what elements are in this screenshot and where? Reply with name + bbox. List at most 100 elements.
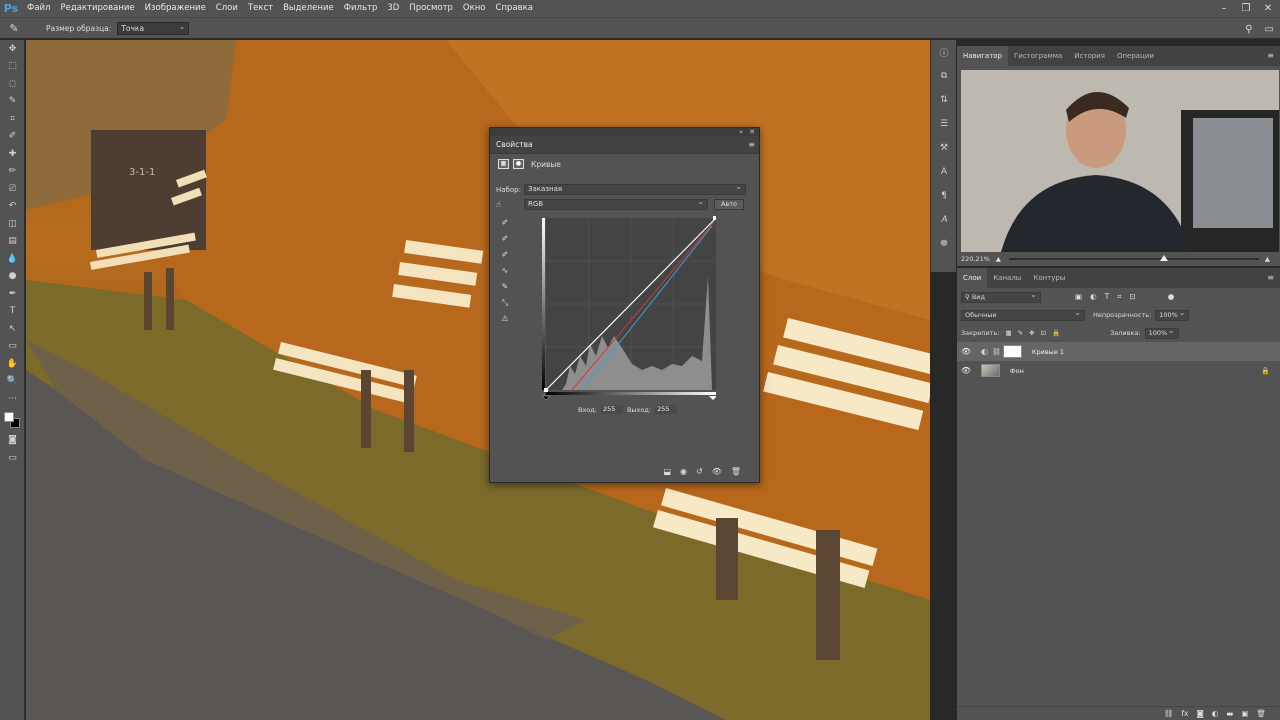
curve-point-white[interactable] xyxy=(713,216,716,220)
tab-actions[interactable]: Операции xyxy=(1111,46,1160,66)
eyedropper-tool-icon[interactable]: ✐ xyxy=(0,128,25,146)
document-canvas[interactable]: 3-1-1 xyxy=(26,40,930,720)
tab-navigator[interactable]: Навигатор xyxy=(957,46,1008,66)
view-previous-state-icon[interactable]: ◉ xyxy=(680,467,687,476)
filter-type-icon[interactable]: T xyxy=(1105,292,1110,302)
layer-style-icon[interactable]: fx xyxy=(1181,709,1188,718)
layer-thumbnail[interactable] xyxy=(981,364,1000,377)
new-group-icon[interactable]: ▬ xyxy=(1226,709,1233,718)
brush-presets-icon[interactable]: ⚒ xyxy=(931,136,957,160)
new-layer-icon[interactable]: ▣ xyxy=(1241,709,1248,718)
sample-size-select[interactable]: Точка xyxy=(117,21,190,35)
input-value[interactable]: 255 xyxy=(600,405,623,414)
target-adjust-hand-icon[interactable]: ☝ xyxy=(496,200,516,209)
tab-properties[interactable]: Свойства xyxy=(496,140,533,149)
mores-tool-icon[interactable]: ⋯ xyxy=(0,390,25,408)
layer-row-curves[interactable]: 👁 ◐ ⛓ Кривые 1 xyxy=(957,342,1280,361)
layer-name[interactable]: Кривые 1 xyxy=(1032,348,1064,356)
clipping-warning-icon[interactable]: ⚠ xyxy=(498,314,512,330)
tab-paths[interactable]: Контуры xyxy=(1027,268,1071,288)
reset-adjustment-icon[interactable]: ↺ xyxy=(696,467,703,476)
zoom-value[interactable]: 220,21% xyxy=(961,255,990,263)
black-point-eyedropper-icon[interactable]: ✐ xyxy=(498,218,512,234)
visibility-eye-icon[interactable]: 👁 xyxy=(957,366,975,375)
minimize-button[interactable]: – xyxy=(1218,3,1230,14)
auto-button[interactable]: Авто xyxy=(714,199,744,210)
type-tool-icon[interactable]: T xyxy=(0,303,25,321)
menu-item[interactable]: Файл xyxy=(22,0,55,17)
lock-image-icon[interactable]: ✎ xyxy=(1018,329,1023,337)
toggle-visibility-icon[interactable]: 👁 xyxy=(712,467,722,476)
info-icon[interactable]: ⓘ xyxy=(931,40,957,64)
crop-tool-icon[interactable]: ⌗ xyxy=(0,110,25,128)
smooth-curve-icon[interactable]: ⤡ xyxy=(498,298,512,314)
filter-toggle-icon[interactable]: ● xyxy=(1168,292,1175,302)
link-layers-icon[interactable]: ⛓ xyxy=(1164,709,1174,718)
properties-titlebar[interactable]: » ✕ xyxy=(490,128,759,136)
navigator-preview[interactable] xyxy=(961,70,1279,252)
tab-channels[interactable]: Каналы xyxy=(987,268,1027,288)
lock-artboard-icon[interactable]: ⊡ xyxy=(1041,329,1046,337)
menu-item[interactable]: 3D xyxy=(382,0,404,17)
gray-point-eyedropper-icon[interactable]: ✐ xyxy=(498,234,512,250)
tab-histogram[interactable]: Гистограмма xyxy=(1008,46,1068,66)
layer-comps-icon[interactable]: ⧉ xyxy=(931,64,957,88)
brush-tool-icon[interactable]: ✏ xyxy=(0,163,25,181)
preset-select[interactable]: Заказная xyxy=(524,182,746,195)
visibility-eye-icon[interactable]: 👁 xyxy=(957,347,975,356)
filter-adjustment-icon[interactable]: ◐ xyxy=(1090,292,1097,302)
curve-point-black[interactable] xyxy=(544,388,548,392)
new-adjustment-icon[interactable]: ◐ xyxy=(1212,709,1219,718)
collapse-icon[interactable]: » xyxy=(739,128,743,136)
menu-item[interactable]: Изображение xyxy=(140,0,211,17)
stamp-tool-icon[interactable]: ⎚ xyxy=(0,180,25,198)
mask-icon[interactable]: ● xyxy=(513,159,524,169)
screen-mode-icon[interactable]: ▭ xyxy=(0,449,25,467)
search-icon[interactable]: ⚲ xyxy=(1245,24,1252,35)
menu-item[interactable]: Справка xyxy=(491,0,538,17)
workspace-icon[interactable]: ▭ xyxy=(1265,24,1274,35)
clip-to-layer-icon[interactable]: ⬓ xyxy=(663,467,671,476)
blend-mode-select[interactable]: Обычные xyxy=(961,308,1085,321)
restore-button[interactable]: ❐ xyxy=(1240,3,1252,14)
glyphs-icon[interactable]: 𝐴 xyxy=(931,208,957,232)
menu-item[interactable]: Редактирование xyxy=(55,0,139,17)
zoom-slider-knob[interactable] xyxy=(1159,255,1168,261)
zoom-tool-icon[interactable]: 🔍 xyxy=(0,373,25,391)
menu-item[interactable]: Окно xyxy=(458,0,491,17)
move-tool-icon[interactable]: ✥ xyxy=(0,40,25,58)
lock-position-icon[interactable]: ✥ xyxy=(1029,329,1034,337)
filter-shape-icon[interactable]: ⌗ xyxy=(1117,292,1121,302)
zoom-in-icon[interactable]: ▲ xyxy=(1265,255,1270,263)
path-select-tool-icon[interactable]: ↖ xyxy=(0,320,25,338)
layer-row-background[interactable]: 👁 Фон 🔒 xyxy=(957,361,1280,380)
menu-item[interactable]: Слои xyxy=(211,0,243,17)
lasso-tool-icon[interactable]: ◌ xyxy=(0,75,25,93)
menu-item[interactable]: Выделение xyxy=(278,0,339,17)
delete-layer-icon[interactable]: 🗑 xyxy=(1256,709,1266,718)
filter-pixel-icon[interactable]: ▣ xyxy=(1075,292,1082,302)
marquee-tool-icon[interactable]: ⬚ xyxy=(0,58,25,76)
draw-curve-pencil-icon[interactable]: ✎ xyxy=(498,282,512,298)
lock-all-icon[interactable]: 🔒 xyxy=(1052,329,1060,337)
channel-select[interactable]: RGB xyxy=(524,197,708,210)
add-mask-icon[interactable]: ◙ xyxy=(1196,709,1203,718)
layer-filter-select[interactable]: ⚲ Вид xyxy=(961,290,1041,303)
close-button[interactable]: ✕ xyxy=(1262,3,1274,14)
quick-mask-icon[interactable]: ◙ xyxy=(0,432,25,450)
quick-select-tool-icon[interactable]: ✎ xyxy=(0,93,25,111)
zoom-out-icon[interactable]: ▲ xyxy=(996,255,1001,263)
foreground-color-swatch[interactable] xyxy=(4,411,14,422)
blur-tool-icon[interactable]: 💧 xyxy=(0,250,25,268)
history-brush-tool-icon[interactable]: ↶ xyxy=(0,198,25,216)
character-icon[interactable]: A xyxy=(931,160,957,184)
tab-history[interactable]: История xyxy=(1068,46,1111,66)
hand-tool-icon[interactable]: ✋ xyxy=(0,355,25,373)
panel-menu-icon[interactable]: ≡ xyxy=(1267,46,1274,66)
filter-smart-object-icon[interactable]: ⊡ xyxy=(1129,292,1135,302)
libraries-icon[interactable]: ☸ xyxy=(931,232,957,256)
panel-close-icon[interactable]: ✕ xyxy=(749,128,755,136)
delete-adjustment-icon[interactable]: 🗑 xyxy=(731,467,741,476)
eyedropper-icon[interactable]: ✎ xyxy=(0,22,28,35)
layer-name[interactable]: Фон xyxy=(1010,367,1024,375)
